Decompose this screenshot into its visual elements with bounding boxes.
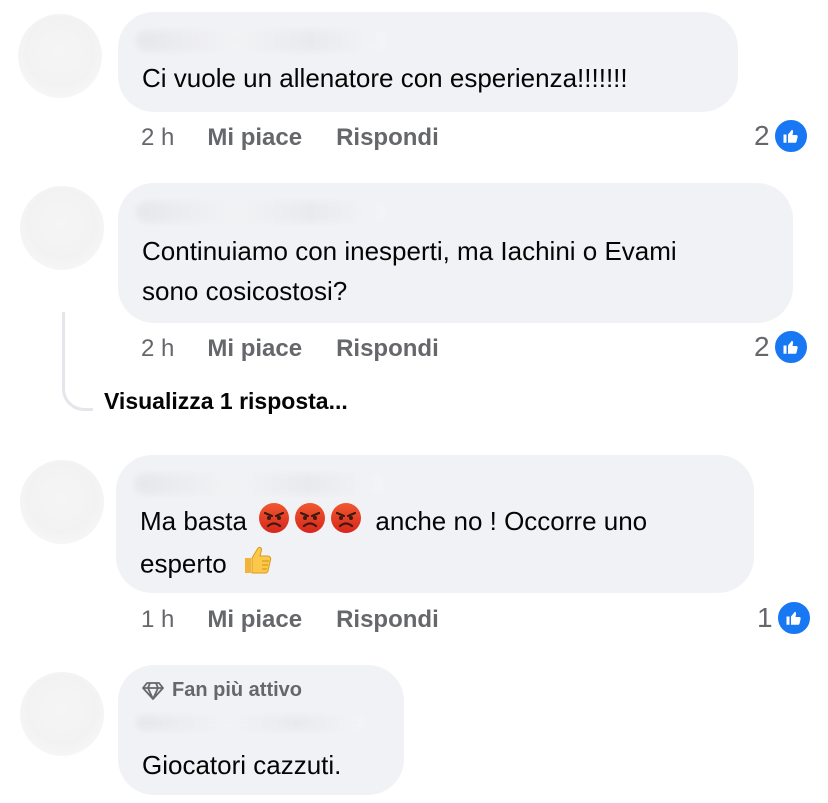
comment-text-line: Ma basta anche no ! Occorre uno	[140, 501, 647, 545]
comment-bubble: Ma basta anche no ! Occorre uno esperto	[116, 455, 754, 593]
comment-text-part: anche no ! Occorre uno	[375, 506, 648, 536]
like-button[interactable]: Mi piace	[207, 606, 302, 634]
thumbs-up-icon	[772, 329, 809, 365]
angry-face-emoji	[258, 502, 290, 545]
thumbs-up-icon	[775, 600, 812, 636]
angry-face-emoji	[330, 502, 362, 545]
comment-time[interactable]: 2 h	[141, 335, 174, 363]
reply-button[interactable]: Rispondi	[336, 124, 439, 152]
thumbs-up-emoji	[240, 543, 274, 588]
comment-actions: 1 h Mi piace Rispondi	[141, 602, 473, 638]
comment-text: Giocatori cazzuti.	[142, 750, 342, 780]
comment-time[interactable]: 1 h	[141, 606, 174, 634]
top-fan-badge[interactable]: Fan più attivo	[142, 679, 302, 702]
reply-thread-connector	[62, 312, 93, 411]
angry-face-emoji	[294, 502, 326, 545]
like-button[interactable]: Mi piace	[207, 335, 302, 363]
view-replies-link[interactable]: Visualizza 1 risposta...	[104, 388, 348, 415]
author-name-redacted[interactable]	[134, 473, 384, 495]
reaction-summary[interactable]: 2	[754, 118, 809, 154]
comment-actions: 2 h Mi piace Rispondi	[141, 120, 473, 156]
comment-text: Ci vuole un allenatore con esperienza!!!…	[142, 63, 628, 93]
comment-text-part: esperto	[140, 548, 227, 579]
avatar[interactable]	[20, 460, 104, 544]
comment-bubble: Continuiamo con inesperti, ma Iachini o …	[118, 183, 793, 323]
avatar[interactable]	[20, 672, 104, 756]
reaction-count: 1	[757, 602, 773, 633]
author-name-redacted[interactable]	[136, 30, 386, 52]
avatar[interactable]	[18, 14, 102, 98]
comment-time[interactable]: 2 h	[141, 124, 174, 152]
thumbs-up-icon	[772, 118, 809, 154]
reaction-count: 2	[754, 331, 770, 362]
comment-actions: 2 h Mi piace Rispondi	[141, 331, 473, 367]
reaction-summary[interactable]: 1	[757, 600, 812, 636]
comment-bubble: Ci vuole un allenatore con esperienza!!!…	[118, 12, 738, 112]
author-name-redacted[interactable]	[136, 201, 386, 223]
reaction-count: 2	[754, 120, 770, 151]
diamond-icon	[142, 681, 164, 701]
comment-bubble: Fan più attivo Giocatori cazzuti.	[118, 665, 404, 795]
like-button[interactable]: Mi piace	[207, 124, 302, 152]
reply-button[interactable]: Rispondi	[336, 606, 439, 634]
top-fan-label: Fan più attivo	[172, 679, 302, 701]
reaction-summary[interactable]: 2	[754, 329, 809, 365]
reply-button[interactable]: Rispondi	[336, 335, 439, 363]
comment-text-part: Ma basta	[140, 506, 247, 536]
comment-text-line: Continuiamo con inesperti, ma Iachini o …	[142, 236, 677, 266]
comment-text-line: esperto	[140, 543, 274, 588]
comment-text-line: sono cosicostosi?	[142, 276, 348, 306]
avatar[interactable]	[20, 186, 104, 270]
author-name-redacted[interactable]	[136, 715, 366, 731]
